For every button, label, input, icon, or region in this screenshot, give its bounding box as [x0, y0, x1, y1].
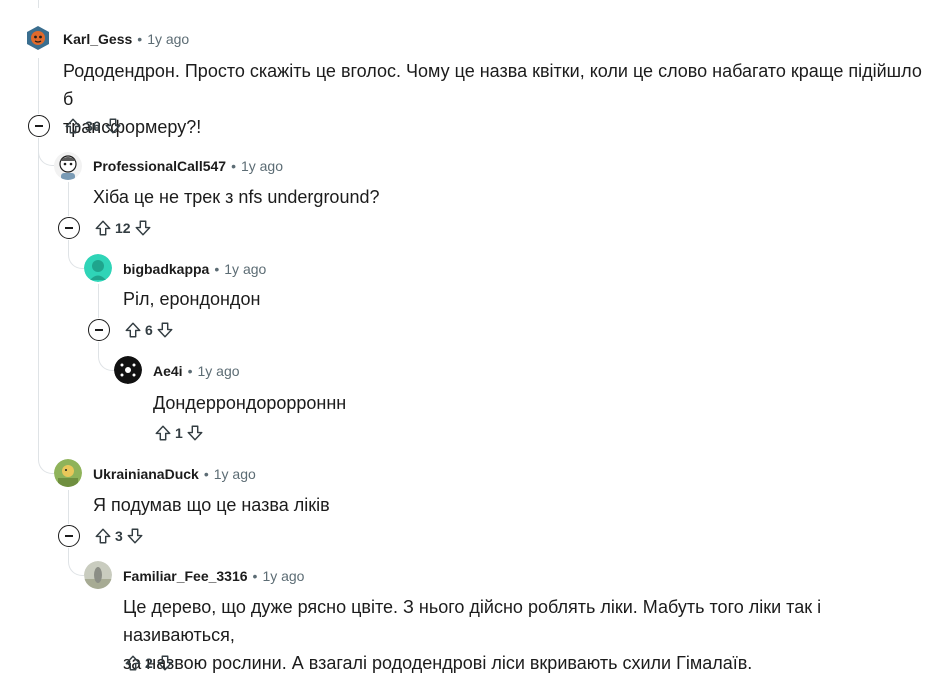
- avatar[interactable]: [114, 356, 142, 384]
- downvote-arrow-icon: [105, 118, 121, 134]
- vote-score: 6: [145, 322, 153, 338]
- vote-actions: 36: [63, 114, 123, 138]
- downvote-button[interactable]: [125, 525, 145, 547]
- comment-author[interactable]: Karl_Gess: [63, 31, 132, 47]
- comment-time[interactable]: 1y ago: [147, 31, 189, 47]
- comment-body-line: Рододендрон. Просто скажіть це вголос. Ч…: [63, 61, 922, 109]
- upvote-arrow-icon: [95, 220, 111, 236]
- comment-time[interactable]: 1y ago: [262, 568, 304, 584]
- comment-time[interactable]: 1y ago: [241, 158, 283, 174]
- separator-dot: •: [214, 261, 220, 277]
- minus-circle-icon: [65, 227, 73, 229]
- comment-body-line: Я подумав що це назва ліків: [93, 495, 330, 515]
- comment-body: Хіба це не трек з nfs underground?: [93, 183, 913, 211]
- downvote-button[interactable]: [133, 217, 153, 239]
- thread-branch: [38, 138, 54, 166]
- avatar[interactable]: [24, 24, 52, 52]
- thread-line-level1: [68, 182, 69, 216]
- comment-body: Це дерево, що дуже рясно цвіте. З нього …: [123, 593, 923, 677]
- separator-dot: •: [203, 466, 209, 482]
- avatar[interactable]: [84, 561, 112, 589]
- minus-circle-icon: [65, 535, 73, 537]
- collapse-thread-button[interactable]: [58, 525, 80, 547]
- downvote-button[interactable]: [155, 652, 175, 674]
- downvote-button[interactable]: [103, 115, 123, 137]
- thread-branch: [68, 548, 84, 576]
- comment-body: Я подумав що це назва ліків: [93, 491, 913, 519]
- downvote-arrow-icon: [135, 220, 151, 236]
- comment-author[interactable]: bigbadkappa: [123, 261, 209, 277]
- comment-meta: Ae4i • 1y ago: [153, 361, 240, 381]
- vote-score: 3: [115, 528, 123, 544]
- downvote-arrow-icon: [187, 425, 203, 441]
- comment-meta: Familiar_Fee_3316 • 1y ago: [123, 566, 304, 586]
- vote-score: 36: [85, 118, 101, 134]
- vote-score: 12: [115, 220, 131, 236]
- comment-meta: bigbadkappa • 1y ago: [123, 259, 266, 279]
- downvote-button[interactable]: [155, 319, 175, 341]
- separator-dot: •: [231, 158, 236, 174]
- comment-author[interactable]: ProfessionalCall547: [93, 158, 226, 174]
- comment-body-line: за назвою рослини. А взагалі рододендров…: [123, 653, 753, 673]
- avatar[interactable]: [84, 254, 112, 282]
- upvote-button[interactable]: [93, 525, 113, 547]
- separator-dot: •: [187, 363, 193, 379]
- thread-line-level0-children: [38, 138, 39, 436]
- comment-author[interactable]: Ae4i: [153, 363, 183, 379]
- comment-meta: ProfessionalCall547 • 1y ago: [93, 156, 283, 176]
- collapse-thread-button[interactable]: [28, 115, 50, 137]
- comment-time[interactable]: 1y ago: [224, 261, 266, 277]
- comment-body-line: Дондеррондорорроннн: [153, 393, 347, 413]
- comment-body: Дондеррондорорроннн: [153, 389, 913, 417]
- comment-body: Ріл, ерондондон: [123, 285, 913, 313]
- vote-score: 1: [175, 425, 183, 441]
- minus-circle-icon: [35, 125, 43, 127]
- vote-actions: 2: [123, 651, 175, 675]
- thread-line-level1b: [68, 490, 69, 524]
- separator-dot: •: [252, 568, 258, 584]
- comment-meta: UkrainianaDuck • 1y ago: [93, 464, 256, 484]
- comment-body-line: трансформеру?!: [63, 117, 202, 137]
- avatar[interactable]: [54, 459, 82, 487]
- minus-circle-icon: [95, 329, 103, 331]
- thread-branch: [38, 436, 54, 474]
- vote-score: 2: [145, 655, 153, 671]
- thread-line-top: [38, 0, 39, 8]
- upvote-button[interactable]: [123, 652, 143, 674]
- thread-line-level0: [38, 58, 39, 114]
- avatar[interactable]: [54, 152, 82, 180]
- vote-actions: 1: [153, 421, 205, 445]
- downvote-arrow-icon: [157, 322, 173, 338]
- collapse-thread-button[interactable]: [58, 217, 80, 239]
- upvote-button[interactable]: [123, 319, 143, 341]
- thread-branch: [68, 240, 84, 269]
- comment-body-line: Це дерево, що дуже рясно цвіте. З нього …: [123, 597, 822, 645]
- thread-line-level2: [98, 284, 99, 318]
- comment-time[interactable]: 1y ago: [214, 466, 256, 482]
- separator-dot: •: [137, 31, 143, 47]
- downvote-arrow-icon: [157, 655, 173, 671]
- comment-body-line: Хіба це не трек з nfs underground?: [93, 187, 380, 207]
- upvote-button[interactable]: [63, 115, 83, 137]
- vote-actions: 12: [93, 216, 153, 240]
- vote-actions: 3: [93, 524, 145, 548]
- upvote-button[interactable]: [153, 422, 173, 444]
- upvote-arrow-icon: [155, 425, 171, 441]
- upvote-arrow-icon: [125, 322, 141, 338]
- comment-body-line: Ріл, ерондондон: [123, 289, 261, 309]
- comment-body: Рододендрон. Просто скажіть це вголос. Ч…: [63, 57, 923, 141]
- upvote-arrow-icon: [125, 655, 141, 671]
- vote-actions: 6: [123, 318, 175, 342]
- downvote-button[interactable]: [185, 422, 205, 444]
- comment-time[interactable]: 1y ago: [197, 363, 239, 379]
- comment-meta: Karl_Gess • 1y ago: [63, 29, 189, 49]
- comment-author[interactable]: Familiar_Fee_3316: [123, 568, 248, 584]
- thread-branch: [98, 342, 114, 371]
- upvote-arrow-icon: [65, 118, 81, 134]
- upvote-button[interactable]: [93, 217, 113, 239]
- downvote-arrow-icon: [127, 528, 143, 544]
- comment-author[interactable]: UkrainianaDuck: [93, 466, 199, 482]
- upvote-arrow-icon: [95, 528, 111, 544]
- collapse-thread-button[interactable]: [88, 319, 110, 341]
